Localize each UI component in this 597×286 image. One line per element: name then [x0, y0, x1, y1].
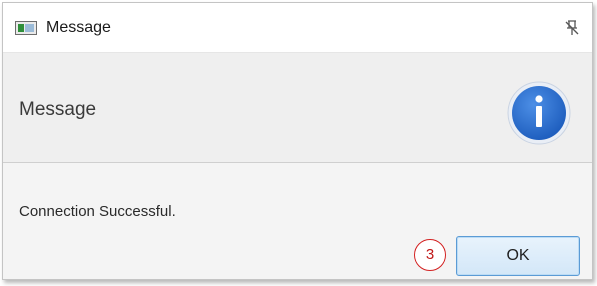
app-icon-strip	[18, 24, 24, 32]
title-bar: Message	[3, 3, 592, 52]
header-title: Message	[19, 99, 97, 120]
step-annotation-badge: 3	[414, 239, 446, 271]
ok-button[interactable]: OK	[456, 236, 580, 276]
message-dialog: Message Message Connection Successful. 3…	[2, 2, 593, 280]
pin-off-icon[interactable]	[563, 19, 581, 37]
message-text: Connection Successful.	[19, 203, 176, 220]
app-window-icon	[15, 21, 37, 35]
info-icon	[507, 81, 571, 145]
dialog-content: Connection Successful. 3 OK	[3, 163, 592, 279]
app-icon-pane	[25, 24, 34, 32]
screenshot: Message Message Connection Successful. 3…	[0, 0, 597, 286]
window-title: Message	[46, 19, 111, 36]
dialog-header: Message	[3, 52, 592, 162]
